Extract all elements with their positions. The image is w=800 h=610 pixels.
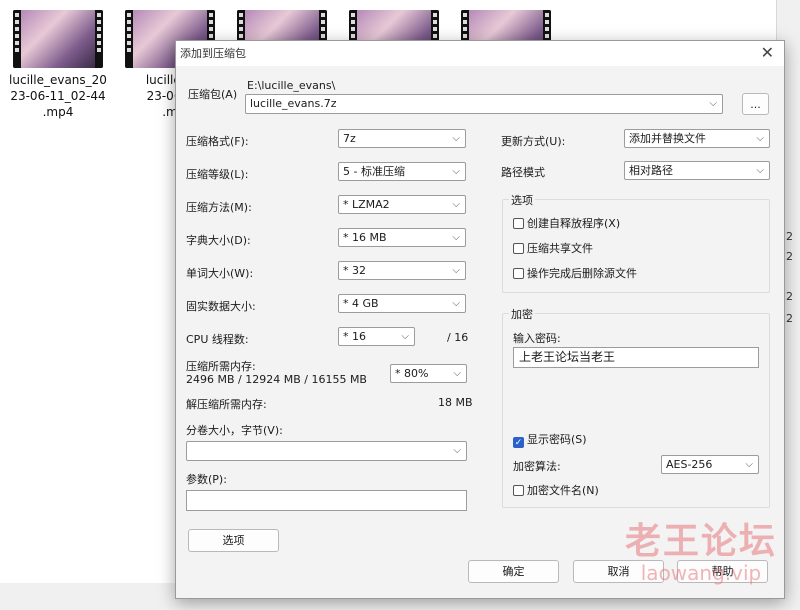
encryption-method-label: 加密算法: bbox=[513, 460, 561, 473]
dialog-title: 添加到压缩包 bbox=[180, 47, 246, 60]
archive-name-value: lucille_evans.7z bbox=[250, 97, 337, 110]
update-mode-select[interactable]: 添加并替换文件 ⌵ bbox=[624, 129, 770, 148]
archive-directory: E:\lucille_evans\ bbox=[247, 79, 336, 92]
edge-text: 2 bbox=[786, 290, 793, 303]
add-to-archive-dialog: 添加到压缩包 ✕ 压缩包(A) E:\lucille_evans\ lucill… bbox=[175, 40, 785, 599]
options-group-title: 选项 bbox=[509, 192, 535, 208]
memory-usage-select[interactable]: * 80% ⌵ bbox=[390, 364, 467, 383]
format-label: 压缩格式(F): bbox=[186, 135, 249, 148]
delete-source-label: 操作完成后删除源文件 bbox=[527, 267, 637, 280]
delete-source-checkbox[interactable]: 操作完成后删除源文件 bbox=[513, 267, 637, 281]
cpu-threads-label: CPU 线程数: bbox=[186, 333, 249, 346]
level-label: 压缩等级(L): bbox=[186, 168, 249, 181]
show-password-checkbox[interactable]: ✓ 显示密码(S) bbox=[513, 433, 587, 448]
encryption-method-select[interactable]: AES-256 ⌵ bbox=[661, 455, 759, 474]
chevron-down-icon: ⌵ bbox=[452, 232, 460, 243]
checkbox-icon bbox=[513, 485, 524, 496]
shared-files-label: 压缩共享文件 bbox=[527, 242, 593, 255]
site-watermark: 老王论坛 laowang.vip bbox=[616, 521, 786, 585]
options-button[interactable]: 选项 bbox=[188, 529, 279, 552]
memory-label: 压缩所需内存: bbox=[186, 360, 256, 373]
parameters-input[interactable] bbox=[186, 490, 467, 511]
file-name: lucille_evans_20 23-06-11_02-44 .mp4 bbox=[9, 73, 107, 119]
edge-text: 2 bbox=[786, 250, 793, 263]
word-size-value: * 32 bbox=[343, 264, 366, 277]
options-group: 选项 创建自释放程序(X) 压缩共享文件 操作完成后删除源文件 bbox=[502, 192, 770, 293]
edge-text: 2 bbox=[786, 230, 793, 243]
update-mode-label: 更新方式(U): bbox=[501, 135, 566, 148]
dictionary-value: * 16 MB bbox=[343, 231, 387, 244]
archive-label: 压缩包(A) bbox=[188, 88, 238, 101]
chevron-down-icon: ⌵ bbox=[756, 133, 764, 144]
cpu-threads-select[interactable]: * 16 ⌵ bbox=[338, 327, 415, 346]
password-input[interactable]: 上老王论坛当老王 bbox=[513, 347, 759, 368]
cpu-threads-max: / 16 bbox=[447, 331, 469, 344]
path-mode-select[interactable]: 相对路径 ⌵ bbox=[624, 161, 770, 180]
cpu-threads-value: * 16 bbox=[343, 330, 366, 343]
ok-button[interactable]: 确定 bbox=[468, 560, 559, 583]
show-password-label: 显示密码(S) bbox=[527, 433, 587, 446]
checkbox-icon bbox=[513, 268, 524, 279]
level-value: 5 - 标准压缩 bbox=[343, 165, 405, 178]
sfx-checkbox[interactable]: 创建自释放程序(X) bbox=[513, 217, 620, 231]
chevron-down-icon: ⌵ bbox=[452, 199, 460, 210]
method-value: * LZMA2 bbox=[343, 198, 390, 211]
watermark-url: laowang.vip bbox=[640, 561, 762, 585]
title-bar: 添加到压缩包 ✕ bbox=[176, 41, 784, 66]
archive-name-combo[interactable]: lucille_evans.7z ⌵ bbox=[245, 94, 723, 114]
memory-detail: 2496 MB / 12924 MB / 16155 MB bbox=[186, 373, 367, 386]
chevron-down-icon: ⌵ bbox=[401, 331, 409, 342]
chevron-down-icon: ⌵ bbox=[756, 165, 764, 176]
edge-text: 2 bbox=[786, 312, 793, 325]
chevron-down-icon: ⌵ bbox=[745, 459, 753, 470]
volume-size-label: 分卷大小，字节(V): bbox=[186, 424, 283, 437]
solid-size-label: 固实数据大小: bbox=[186, 300, 256, 313]
solid-size-select[interactable]: * 4 GB ⌵ bbox=[338, 294, 466, 313]
checkbox-checked-icon: ✓ bbox=[513, 437, 524, 448]
decompress-memory-label: 解压缩所需内存: bbox=[186, 398, 267, 411]
solid-size-value: * 4 GB bbox=[343, 297, 379, 310]
path-mode-value: 相对路径 bbox=[629, 164, 673, 177]
chevron-down-icon: ⌵ bbox=[452, 166, 460, 177]
encryption-method-value: AES-256 bbox=[666, 458, 713, 471]
format-select[interactable]: 7z ⌵ bbox=[338, 129, 466, 148]
memory-usage-value: * 80% bbox=[395, 367, 429, 380]
encrypt-names-checkbox[interactable]: 加密文件名(N) bbox=[513, 484, 599, 498]
watermark-title: 老王论坛 bbox=[624, 521, 777, 562]
dictionary-select[interactable]: * 16 MB ⌵ bbox=[338, 228, 466, 247]
encryption-group: 加密 输入密码: 上老王论坛当老王 ✓ 显示密码(S) 加密算法: AES-256… bbox=[502, 306, 770, 508]
chevron-down-icon: ⌵ bbox=[453, 445, 461, 456]
path-mode-label: 路径模式 bbox=[501, 166, 545, 179]
video-thumbnail bbox=[13, 10, 103, 68]
method-label: 压缩方法(M): bbox=[186, 201, 252, 214]
chevron-down-icon: ⌵ bbox=[453, 368, 461, 379]
encryption-group-title: 加密 bbox=[509, 306, 535, 322]
format-value: 7z bbox=[343, 132, 356, 145]
close-icon[interactable]: ✕ bbox=[761, 43, 774, 62]
browse-button[interactable]: ... bbox=[742, 93, 769, 115]
chevron-down-icon: ⌵ bbox=[452, 265, 460, 276]
checkbox-icon bbox=[513, 243, 524, 254]
decompress-memory-value: 18 MB bbox=[438, 396, 473, 409]
checkbox-icon bbox=[513, 218, 524, 229]
word-size-select[interactable]: * 32 ⌵ bbox=[338, 261, 466, 280]
volume-size-combo[interactable]: ⌵ bbox=[186, 441, 467, 461]
sfx-label: 创建自释放程序(X) bbox=[527, 217, 621, 230]
shared-files-checkbox[interactable]: 压缩共享文件 bbox=[513, 242, 593, 256]
desktop-file-1[interactable]: lucille_evans_20 23-06-11_02-44 .mp4 bbox=[8, 10, 108, 120]
parameters-label: 参数(P): bbox=[186, 473, 227, 486]
password-label: 输入密码: bbox=[513, 332, 561, 345]
method-select[interactable]: * LZMA2 ⌵ bbox=[338, 195, 466, 214]
chevron-down-icon: ⌵ bbox=[452, 133, 460, 144]
dictionary-label: 字典大小(D): bbox=[186, 234, 251, 247]
chevron-down-icon: ⌵ bbox=[709, 98, 717, 109]
chevron-down-icon: ⌵ bbox=[452, 298, 460, 309]
word-size-label: 单词大小(W): bbox=[186, 267, 254, 280]
encrypt-names-label: 加密文件名(N) bbox=[527, 484, 599, 497]
level-select[interactable]: 5 - 标准压缩 ⌵ bbox=[338, 162, 466, 181]
update-mode-value: 添加并替换文件 bbox=[629, 132, 706, 145]
